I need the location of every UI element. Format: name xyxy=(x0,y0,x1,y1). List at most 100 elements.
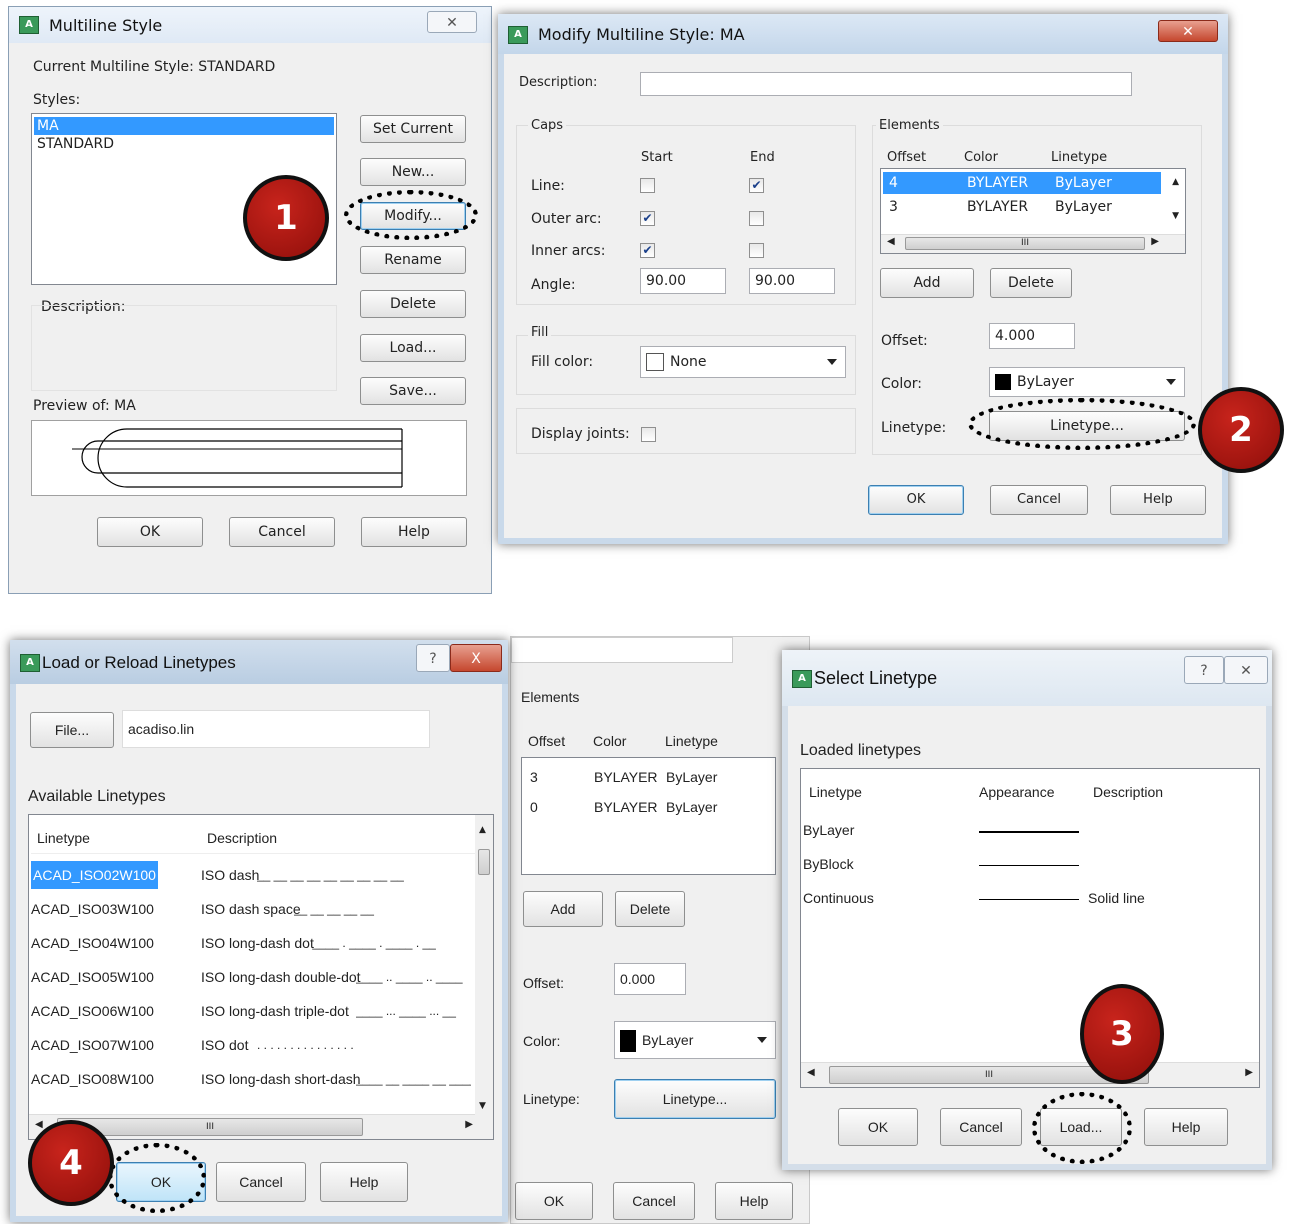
delete-element-button[interactable]: Delete xyxy=(990,268,1072,298)
angle-end-input[interactable]: 90.00 xyxy=(749,268,835,294)
delete-element-button[interactable]: Delete xyxy=(615,891,685,927)
cancel-button[interactable]: Cancel xyxy=(940,1108,1022,1146)
linetype-row[interactable]: ACAD_ISO08W100 ISO long-dash short-dash __… xyxy=(31,1065,491,1093)
linetype-row[interactable]: ACAD_ISO07W100 ISO dot. . . . . . . . . .… xyxy=(31,1031,491,1059)
delete-button[interactable]: Delete xyxy=(360,290,466,318)
highlight-ring-load xyxy=(1032,1092,1132,1164)
ok-button[interactable]: OK xyxy=(515,1182,593,1220)
help-icon[interactable]: ? xyxy=(416,644,450,672)
linetype-pattern: . . . . . . . . . . . . . . . xyxy=(257,1038,354,1052)
help-icon[interactable]: ? xyxy=(1184,656,1224,684)
list-header: Linetype Appearance Description xyxy=(809,784,1164,800)
rename-button[interactable]: Rename xyxy=(360,246,466,274)
scroll-thumb[interactable]: III xyxy=(905,237,1145,250)
linetype-row[interactable]: Continuous Solid line xyxy=(803,887,1257,909)
vertical-scrollbar[interactable]: ▲ ▼ xyxy=(475,815,493,1115)
description-label: Description: xyxy=(519,75,598,90)
element-row[interactable]: 4 BYLAYER ByLayer xyxy=(883,172,1161,194)
modify-multiline-style-dialog: A Modify Multiline Style: MA ✕ Descripti… xyxy=(498,14,1228,544)
style-item[interactable]: MA xyxy=(34,117,334,135)
inner-arcs-end-checkbox[interactable] xyxy=(749,243,764,258)
highlight-ring-linetype xyxy=(968,398,1196,450)
offset-label: Offset: xyxy=(881,333,928,349)
highlight-ring-ok xyxy=(108,1143,206,1213)
cancel-button[interactable]: Cancel xyxy=(216,1162,306,1202)
fill-color-value: None xyxy=(670,354,707,370)
offset-input[interactable]: 0.000 xyxy=(614,963,686,995)
load-button[interactable]: Load... xyxy=(360,334,466,362)
scroll-up-icon: ▲ xyxy=(479,825,486,835)
linetype-row[interactable]: ByBlock xyxy=(803,853,1257,875)
scroll-right-icon: ▶ xyxy=(1245,1067,1253,1078)
scroll-left-icon: ◀ xyxy=(35,1119,43,1130)
set-current-button[interactable]: Set Current xyxy=(360,115,466,143)
scroll-up-icon[interactable]: ▲ xyxy=(1172,177,1179,187)
horizontal-scrollbar[interactable]: ◀ III ▶ xyxy=(801,1062,1259,1087)
line-end-checkbox[interactable]: ✔ xyxy=(749,178,764,193)
modify-dialog-background: Elements Offset Color Linetype 3 BYLAYER… xyxy=(510,636,810,1224)
inner-arcs-start-checkbox[interactable]: ✔ xyxy=(640,243,655,258)
close-button[interactable]: X xyxy=(450,644,502,672)
scroll-thumb[interactable] xyxy=(478,849,490,875)
add-button[interactable]: Add xyxy=(880,268,974,298)
help-button[interactable]: Help xyxy=(320,1162,408,1202)
horizontal-scrollbar[interactable]: ◀ III ▶ xyxy=(881,234,1185,253)
close-button[interactable]: ✕ xyxy=(427,11,477,33)
help-button[interactable]: Help xyxy=(1144,1108,1228,1146)
linetype-row[interactable]: ACAD_ISO02W100 ISO dash __ __ __ __ __ __ … xyxy=(31,861,491,889)
caps-label: Caps xyxy=(528,118,567,133)
fill-color-dropdown[interactable]: None xyxy=(640,346,846,378)
color-dropdown[interactable]: ByLayer xyxy=(614,1021,776,1059)
cancel-button[interactable]: Cancel xyxy=(613,1182,695,1220)
angle-label: Angle: xyxy=(531,277,576,293)
ok-button[interactable]: OK xyxy=(97,517,203,547)
scroll-down-icon[interactable]: ▼ xyxy=(1172,211,1179,221)
ok-button[interactable]: OK xyxy=(868,485,964,515)
file-name-input[interactable]: acadiso.lin xyxy=(122,710,430,748)
chevron-down-icon xyxy=(757,1037,767,1043)
app-icon: A xyxy=(792,670,812,688)
file-button[interactable]: File... xyxy=(30,712,114,748)
color-dropdown[interactable]: ByLayer xyxy=(989,367,1185,397)
help-button[interactable]: Help xyxy=(715,1182,793,1220)
help-button[interactable]: Help xyxy=(361,517,467,547)
element-row[interactable]: 3 BYLAYER ByLayer xyxy=(524,766,773,788)
color-label: Color: xyxy=(881,376,923,392)
save-button[interactable]: Save... xyxy=(360,377,466,405)
add-button[interactable]: Add xyxy=(523,891,603,927)
linetype-button[interactable]: Linetype... xyxy=(614,1079,776,1119)
col-linetype: Linetype xyxy=(1051,150,1108,165)
element-row[interactable]: 3 BYLAYER ByLayer xyxy=(883,196,1161,218)
outer-arc-start-checkbox[interactable]: ✔ xyxy=(640,211,655,226)
description-input[interactable] xyxy=(640,72,1132,96)
loaded-linetypes-label: Loaded linetypes xyxy=(800,742,921,759)
display-joints-checkbox[interactable] xyxy=(641,427,656,442)
help-button[interactable]: Help xyxy=(1110,485,1206,515)
linetype-row[interactable]: ACAD_ISO03W100 ISO dash space __ __ __ __ … xyxy=(31,895,491,923)
close-button[interactable]: ✕ xyxy=(1158,20,1218,42)
element-row[interactable]: 0 BYLAYER ByLayer xyxy=(524,796,773,818)
linetype-label: Linetype: xyxy=(523,1091,580,1107)
cancel-button[interactable]: Cancel xyxy=(990,485,1088,515)
elements-list[interactable]: 4 BYLAYER ByLayer 3 BYLAYER ByLayer ◀ II… xyxy=(880,168,1186,254)
line-start-checkbox[interactable] xyxy=(640,178,655,193)
offset-input[interactable]: 4.000 xyxy=(989,323,1075,349)
close-button[interactable]: ✕ xyxy=(1224,656,1268,684)
scroll-down-icon: ▼ xyxy=(479,1101,486,1111)
linetype-row[interactable]: ByLayer xyxy=(803,819,1257,841)
ok-button[interactable]: OK xyxy=(838,1108,918,1146)
loaded-linetypes-list[interactable]: Linetype Appearance Description ByLayer … xyxy=(800,768,1260,1088)
elements-list[interactable]: 3 BYLAYER ByLayer 0 BYLAYER ByLayer xyxy=(521,757,776,875)
linetypes-list[interactable]: Linetype Description ACAD_ISO02W100 ISO d… xyxy=(28,814,494,1140)
angle-start-input[interactable]: 90.00 xyxy=(640,268,726,294)
linetype-row[interactable]: ACAD_ISO05W100 ISO long-dash double-dot __… xyxy=(31,963,491,991)
linetype-row[interactable]: ACAD_ISO04W100 ISO long-dash dot ____ . __… xyxy=(31,929,491,957)
linetype-pattern: ____ ... ____ ... __ xyxy=(355,1004,456,1018)
outer-arc-end-checkbox[interactable] xyxy=(749,211,764,226)
linetype-row[interactable]: ACAD_ISO06W100 ISO long-dash triple-dot __… xyxy=(31,997,491,1025)
cancel-button[interactable]: Cancel xyxy=(229,517,335,547)
app-icon: A xyxy=(508,26,528,44)
style-item[interactable]: STANDARD xyxy=(34,135,334,153)
chevron-down-icon xyxy=(827,359,837,365)
new-button[interactable]: New... xyxy=(360,158,466,186)
